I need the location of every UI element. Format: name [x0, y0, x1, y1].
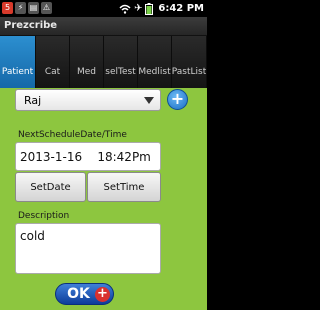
ok-button[interactable]: OK +: [55, 283, 114, 305]
usb-icon: ⚡: [15, 2, 26, 14]
ok-label: OK: [67, 286, 90, 302]
status-time: 6:42 PM: [158, 3, 204, 14]
debug-icon: ⚠: [41, 2, 52, 14]
next-schedule-label: NextScheduleDate/Time: [18, 130, 127, 140]
status-bar: 5 ⚡ ▤ ⚠ ✈ 6:42 PM: [0, 0, 207, 17]
patient-spinner[interactable]: Raj: [15, 89, 161, 111]
airplane-icon: ✈: [133, 3, 143, 14]
battery-icon: [145, 2, 154, 15]
description-label: Description: [18, 211, 70, 221]
patient-spinner-value: Raj: [24, 94, 42, 107]
app-title: Prezcribe: [4, 20, 58, 31]
status-icons-right: ✈ 6:42 PM: [119, 0, 204, 17]
set-time-button[interactable]: SetTime: [87, 172, 161, 202]
notification-icon: 5: [2, 2, 13, 14]
tab-cat[interactable]: Cat: [36, 36, 70, 88]
app-title-bar: Prezcribe: [0, 17, 207, 36]
plus-icon: +: [95, 287, 110, 302]
patient-form: Raj + NextScheduleDate/Time 2013-1-16 18…: [0, 88, 207, 310]
sd-icon: ▤: [28, 2, 39, 14]
tab-medlist[interactable]: Medlist: [138, 36, 172, 88]
tab-bar: Patient Cat Med selTest Medlist PastList: [0, 36, 207, 88]
plus-icon: +: [170, 89, 185, 108]
dropdown-arrow-icon: [144, 97, 154, 104]
tab-med[interactable]: Med: [70, 36, 104, 88]
set-date-button[interactable]: SetDate: [15, 172, 86, 202]
next-schedule-value: 2013-1-16 18:42Pm: [20, 150, 151, 164]
description-field[interactable]: cold: [15, 223, 161, 274]
tab-seltest[interactable]: selTest: [104, 36, 138, 88]
wifi-icon: [119, 4, 131, 14]
tab-pastlist[interactable]: PastList: [172, 36, 207, 88]
add-patient-button[interactable]: +: [167, 89, 188, 110]
description-value: cold: [20, 229, 45, 243]
status-icons-left: 5 ⚡ ▤ ⚠: [2, 2, 52, 14]
next-schedule-field[interactable]: 2013-1-16 18:42Pm: [15, 142, 161, 171]
tab-patient[interactable]: Patient: [0, 36, 36, 88]
